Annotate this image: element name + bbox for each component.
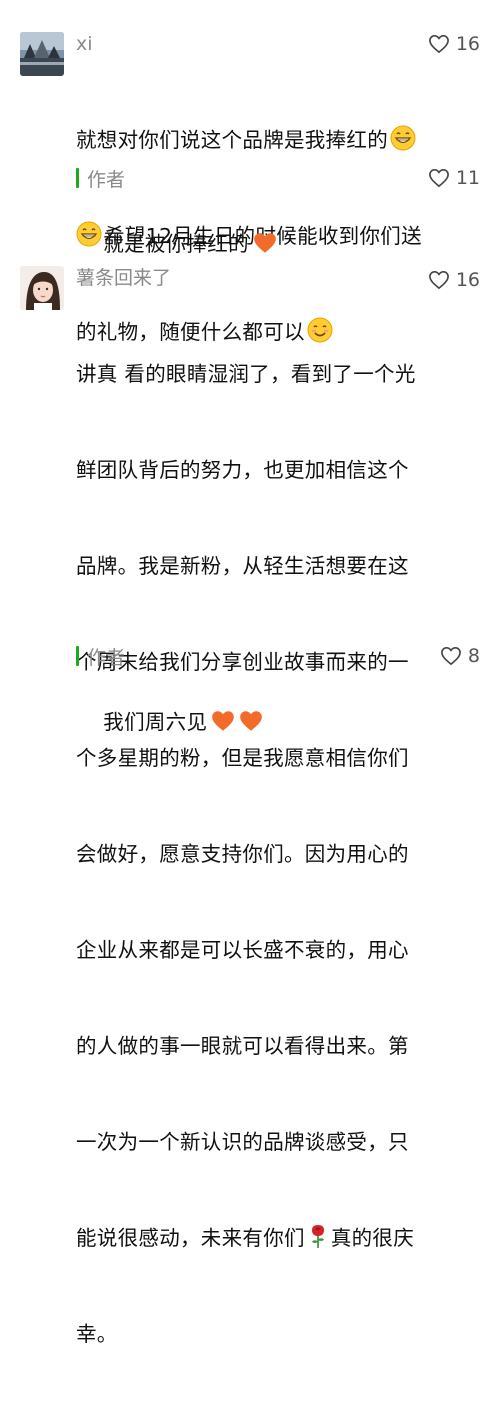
comment-item: xi 16 就想对你们说这个品牌是我捧红的 希望12月生日的时候能收到你们送 的… (0, 0, 498, 344)
like-button[interactable]: 16 (428, 32, 480, 56)
heart-outline-icon (428, 34, 449, 54)
orange-heart-icon (212, 711, 235, 731)
comment-line: 一次为一个新认识的品牌谈感受，只 (76, 1130, 409, 1154)
username[interactable]: xi (76, 32, 93, 56)
like-button[interactable]: 16 (428, 268, 480, 292)
comment-line: 的人做的事一眼就可以看得出来。第 (76, 1034, 409, 1058)
orange-heart-icon (240, 711, 263, 731)
comment-line-suffix: 真的很庆 (330, 1226, 415, 1250)
avatar[interactable] (20, 266, 64, 310)
reply-text: 我们周六见 (76, 674, 476, 770)
author-reply-tag: 作者 (76, 166, 126, 191)
reply-text-content: 我们周六见 (103, 710, 208, 734)
rose-icon (311, 1225, 324, 1248)
author-label: 作者 (87, 646, 126, 669)
comment-line: 品牌。我是新粉，从轻生活想要在这 (76, 554, 409, 578)
author-bar (76, 646, 79, 666)
comment-line: 会做好，愿意支持你们。因为用心的 (76, 842, 409, 866)
comment-line: 就想对你们说这个品牌是我捧红的 (76, 128, 388, 152)
like-count: 11 (455, 167, 480, 189)
avatar[interactable] (20, 32, 64, 76)
like-count: 16 (455, 33, 480, 55)
author-reply-tag: 作者 (76, 644, 126, 669)
reply-like-button[interactable]: 11 (428, 166, 480, 190)
comment-line: 能说很感动，未来有你们 (76, 1226, 305, 1250)
heart-outline-icon (440, 646, 461, 666)
reply-like-button[interactable]: 8 (440, 644, 480, 668)
username[interactable]: 薯条回来了 (76, 266, 171, 290)
author-label: 作者 (87, 168, 126, 191)
like-count: 8 (467, 645, 480, 667)
comment-line: 鲜团队背后的努力，也更加相信这个 (76, 458, 409, 482)
heart-outline-icon (428, 168, 449, 188)
comment-text: 讲真 看的眼睛湿润了，看到了一个光 鲜团队背后的努力，也更加相信这个 品牌。我是… (76, 294, 476, 1414)
comment-item: 薯条回来了 16 讲真 看的眼睛湿润了，看到了一个光 鲜团队背后的努力，也更加相… (0, 250, 498, 1346)
comment-line: 企业从来都是可以长盛不衰的，用心 (76, 938, 409, 962)
like-count: 16 (455, 269, 480, 291)
comment-line: 幸。 (76, 1322, 118, 1346)
heart-outline-icon (428, 270, 449, 290)
author-bar (76, 168, 79, 188)
comment-line: 讲真 看的眼睛湿润了，看到了一个光 (76, 362, 416, 386)
grinning-emoji-icon (390, 125, 416, 151)
